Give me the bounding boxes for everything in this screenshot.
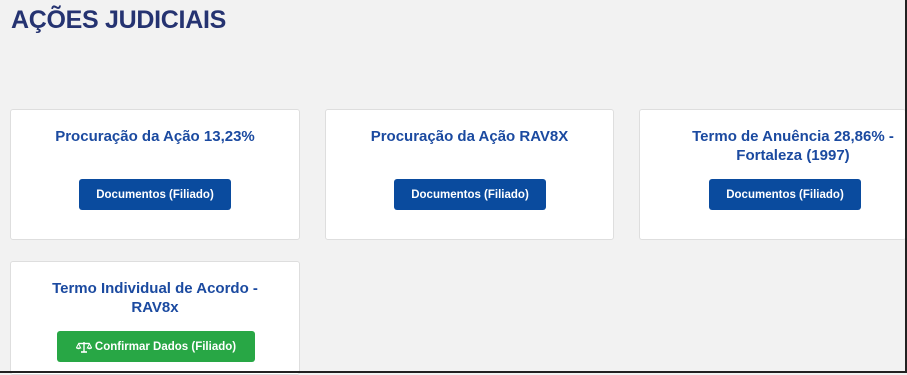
page-title: AÇÕES JUDICIAIS [11,6,226,34]
action-card-procuracao-rav8x: Procuração da Ação RAV8X Documentos (Fil… [325,109,614,240]
confirm-data-button[interactable]: Confirmar Dados (Filiado) [57,331,255,362]
card-title: Procuração da Ação 13,23% [55,128,255,145]
action-card-procuracao-13-23: Procuração da Ação 13,23% Documentos (Fi… [10,109,300,240]
balance-scale-icon [75,341,92,353]
action-card-termo-individual: Termo Individual de Acordo - RAV8x Confi… [10,261,300,375]
confirm-data-label: Confirmar Dados (Filiado) [94,340,237,353]
documents-button[interactable]: Documentos (Filiado) [709,179,861,210]
documents-button[interactable]: Documentos (Filiado) [394,179,546,210]
action-card-termo-anuencia: Termo de Anuência 28,86% - Fortaleza (19… [639,109,906,240]
card-title: Termo Individual de Acordo - RAV8x [52,280,258,316]
card-title: Procuração da Ação RAV8X [370,128,569,145]
documents-button[interactable]: Documentos (Filiado) [79,179,231,210]
card-title: Termo de Anuência 28,86% - Fortaleza (19… [692,128,894,164]
